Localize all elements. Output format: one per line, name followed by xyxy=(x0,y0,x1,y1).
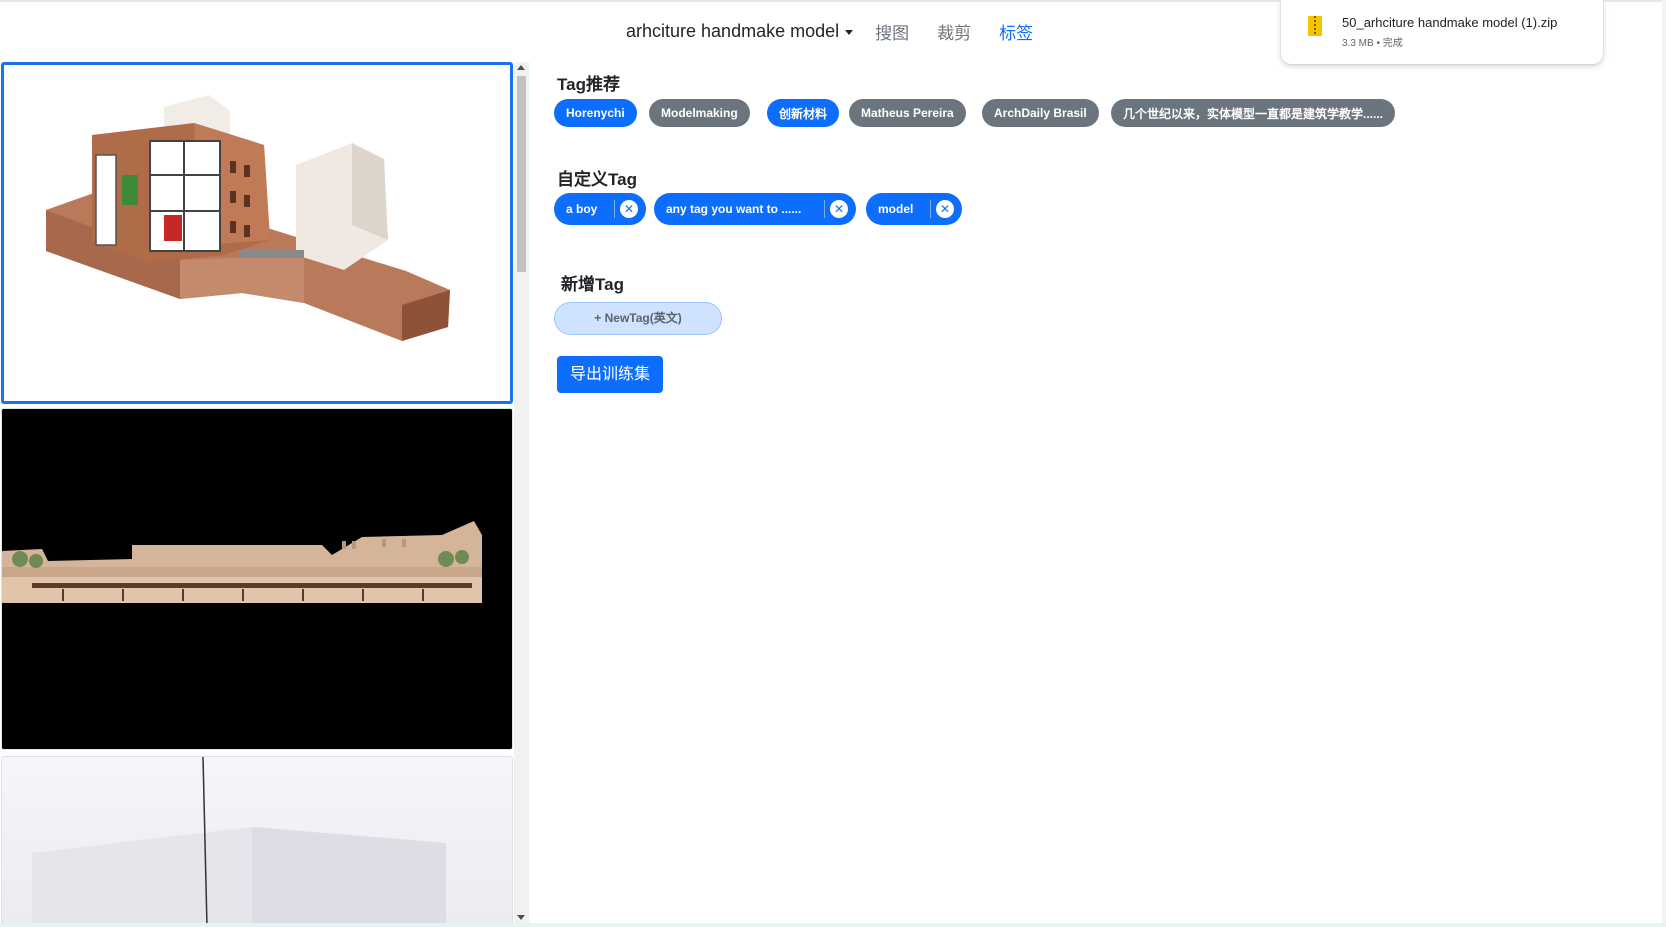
recommended-tag-archdaily-brasil[interactable]: ArchDaily Brasil xyxy=(982,99,1099,127)
divider xyxy=(824,200,825,218)
dataset-dropdown[interactable]: arhciture handmake model xyxy=(626,20,854,42)
export-training-set-button[interactable]: 导出训练集 xyxy=(557,356,663,393)
cutaway-model-picture xyxy=(46,95,450,341)
scroll-down-arrow-icon[interactable] xyxy=(517,915,525,920)
remove-tag-icon[interactable]: ✕ xyxy=(830,200,848,218)
recommended-tag-horenychi[interactable]: Horenychi xyxy=(554,99,637,127)
download-filename: 50_arhciture handmake model (1).zip xyxy=(1342,15,1558,30)
nav-link-search[interactable]: 搜图 xyxy=(875,19,909,44)
new-tag-button[interactable]: + NewTag(英文) xyxy=(554,302,722,335)
image-gallery xyxy=(0,62,514,923)
gallery-image-acrylic-model[interactable] xyxy=(1,756,513,923)
new-tag-title: 新增Tag xyxy=(561,275,624,294)
nav-link-tags[interactable]: 标签 xyxy=(999,19,1033,44)
nav-link-crop[interactable]: 裁剪 xyxy=(937,19,971,44)
remove-tag-icon[interactable]: ✕ xyxy=(936,200,954,218)
facade-model-picture xyxy=(2,409,512,749)
scrollbar-thumb[interactable] xyxy=(517,76,526,272)
scroll-up-arrow-icon[interactable] xyxy=(517,65,525,70)
recommended-tag-modelmaking[interactable]: Modelmaking xyxy=(649,99,750,127)
caret-down-icon xyxy=(845,29,854,35)
dataset-dropdown-label: arhciture handmake model xyxy=(626,20,840,41)
custom-tag-any-tag: any tag you want to ...... ✕ xyxy=(654,193,856,225)
recommended-tag-innovative-material[interactable]: 创新材料 xyxy=(767,99,840,127)
divider xyxy=(930,200,931,218)
gallery-image-cutaway-model[interactable] xyxy=(1,62,513,404)
window-right-edge xyxy=(1662,0,1666,927)
download-meta: 3.3 MB • 完成 xyxy=(1342,38,1403,49)
acrylic-model-picture xyxy=(32,757,446,923)
custom-tag-label: model xyxy=(878,202,914,216)
recommended-tags-title: Tag推荐 xyxy=(557,75,620,94)
custom-tag-a-boy: a boy ✕ xyxy=(554,193,646,225)
custom-tag-label: a boy xyxy=(566,202,598,216)
gallery-image-facade-model[interactable] xyxy=(1,408,513,750)
top-nav: arhciture handmake model 搜图 裁剪 标签 xyxy=(626,16,1033,46)
recommended-tag-long-description[interactable]: 几个世纪以来，实体模型一直都是建筑学教学...... xyxy=(1111,99,1396,127)
zip-file-icon xyxy=(1308,16,1322,36)
recommended-tag-matheus-pereira[interactable]: Matheus Pereira xyxy=(849,99,966,127)
remove-tag-icon[interactable]: ✕ xyxy=(620,200,638,218)
custom-tag-model: model ✕ xyxy=(866,193,962,225)
download-popup[interactable]: 50_arhciture handmake model (1).zip 3.3 … xyxy=(1281,0,1603,64)
gallery-scrollbar[interactable] xyxy=(514,62,529,923)
divider xyxy=(614,200,615,218)
custom-tag-label: any tag you want to ...... xyxy=(666,202,802,216)
custom-tags-title: 自定义Tag xyxy=(557,170,637,189)
window-bottom-edge xyxy=(0,923,1666,927)
